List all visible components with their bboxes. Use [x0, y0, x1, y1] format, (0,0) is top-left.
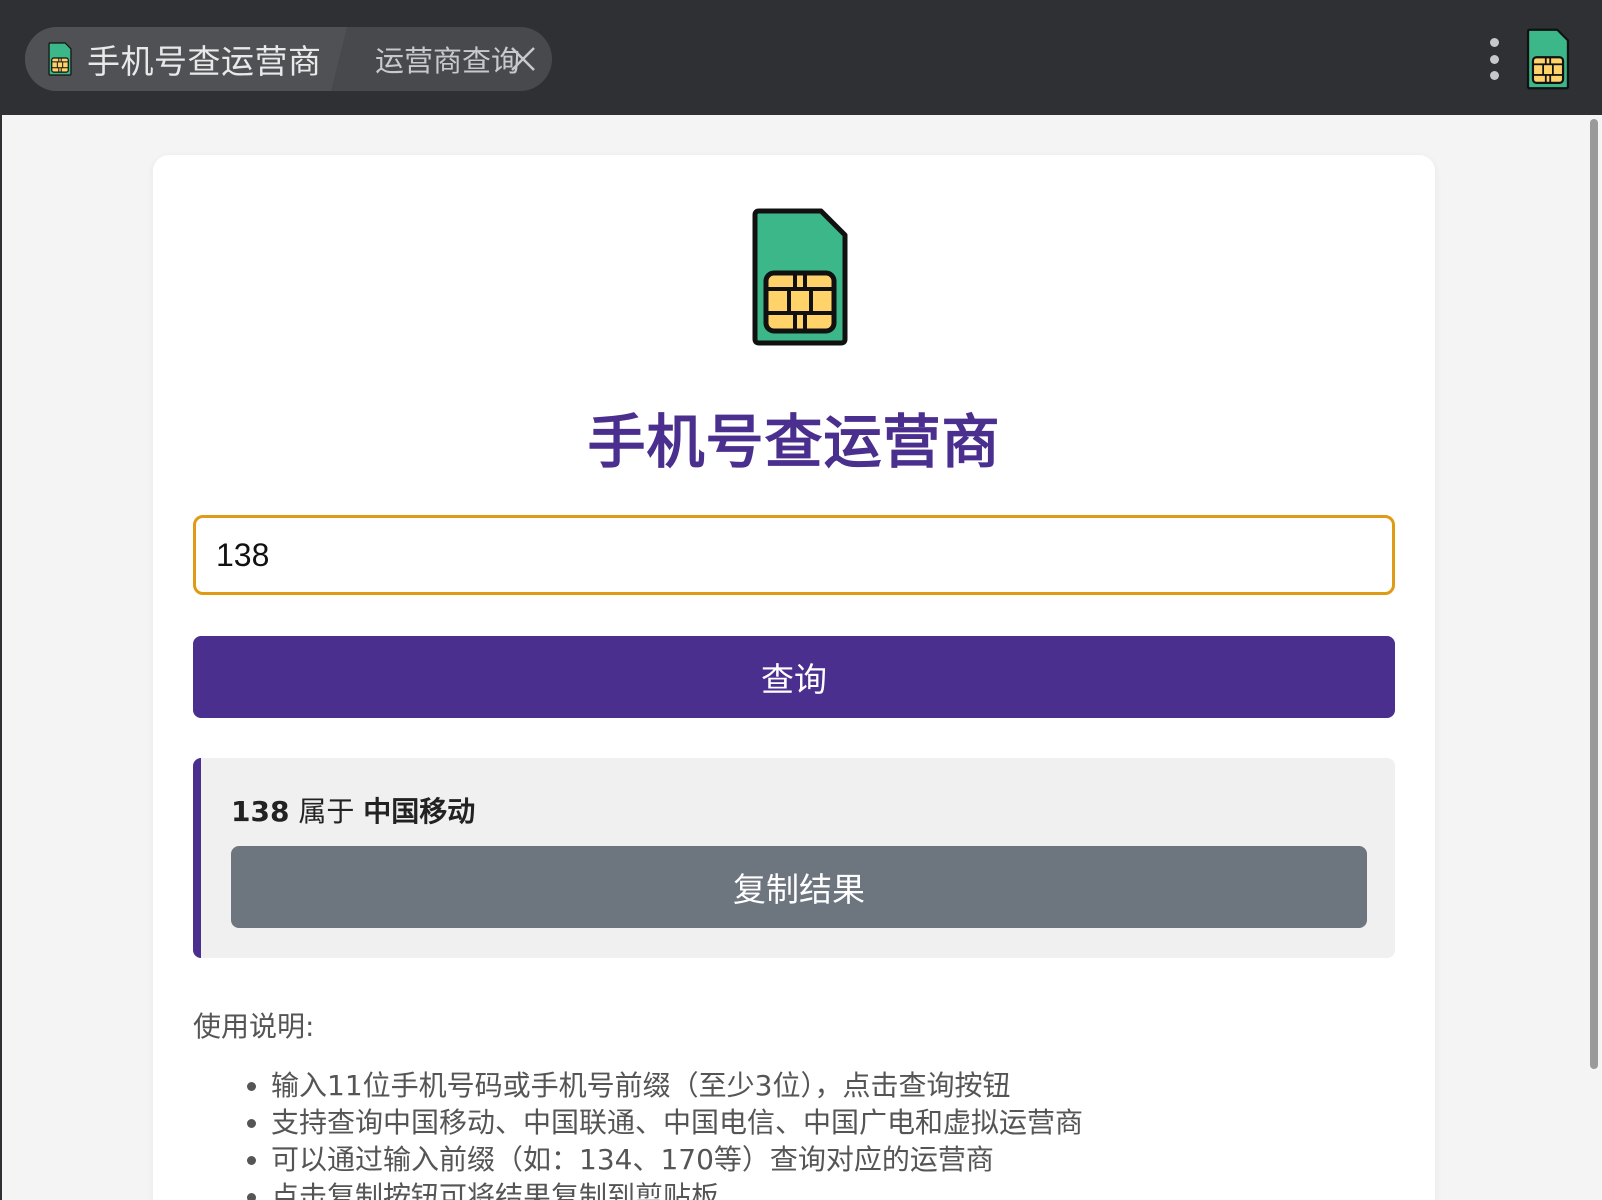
menu-dot: [1489, 54, 1499, 64]
tab-operator-query[interactable]: 运营商查询: [349, 27, 552, 91]
sim-card-icon: [47, 42, 73, 76]
page-title: 手机号查运营商: [587, 408, 1001, 476]
list-item: 点击复制按钮可将结果复制到剪贴板: [271, 1178, 1083, 1200]
result-carrier: 中国移动: [363, 795, 476, 828]
page-viewport: 手机号查运营商 查询 138 属于 中国移动 复制结果 使用说明: 输入11位手…: [2, 115, 1586, 1200]
tab-group: 手机号查运营商 运营商查询: [25, 27, 552, 91]
menu-dot: [1489, 38, 1499, 47]
copy-result-button[interactable]: 复制结果: [231, 846, 1367, 928]
main-card: 手机号查运营商 查询 138 属于 中国移动 复制结果 使用说明: 输入11位手…: [153, 155, 1435, 1200]
list-item: 可以通过输入前缀（如：134、170等）查询对应的运营商: [271, 1141, 1083, 1178]
result-number: 138: [231, 795, 290, 828]
menu-dot: [1489, 71, 1499, 80]
sim-card-icon: [751, 207, 849, 347]
sim-card-icon[interactable]: [1525, 28, 1571, 90]
scrollbar-thumb[interactable]: [1590, 119, 1598, 1069]
query-button[interactable]: 查询: [193, 636, 1395, 718]
result-connector: 属于: [298, 795, 355, 828]
vertical-scrollbar[interactable]: [1586, 115, 1602, 1200]
close-icon[interactable]: [510, 46, 536, 72]
list-item: 支持查询中国移动、中国联通、中国电信、中国广电和虚拟运营商: [271, 1104, 1083, 1141]
result-text: 138 属于 中国移动: [231, 790, 475, 830]
instructions-heading: 使用说明:: [193, 1010, 315, 1043]
app-tab-title: 手机号查运营商: [87, 42, 322, 81]
title-bar: 手机号查运营商 运营商查询: [0, 0, 1602, 115]
page-tab-title: 运营商查询: [375, 44, 521, 78]
instructions-list: 输入11位手机号码或手机号前缀（至少3位），点击查询按钮 支持查询中国移动、中国…: [193, 1067, 1083, 1200]
list-item: 输入11位手机号码或手机号前缀（至少3位），点击查询按钮: [271, 1067, 1083, 1104]
result-panel: 138 属于 中国移动 复制结果: [193, 758, 1395, 958]
app-tab[interactable]: 手机号查运营商: [25, 27, 347, 91]
phone-number-input[interactable]: [193, 515, 1395, 595]
more-vertical-icon[interactable]: [1482, 36, 1506, 82]
